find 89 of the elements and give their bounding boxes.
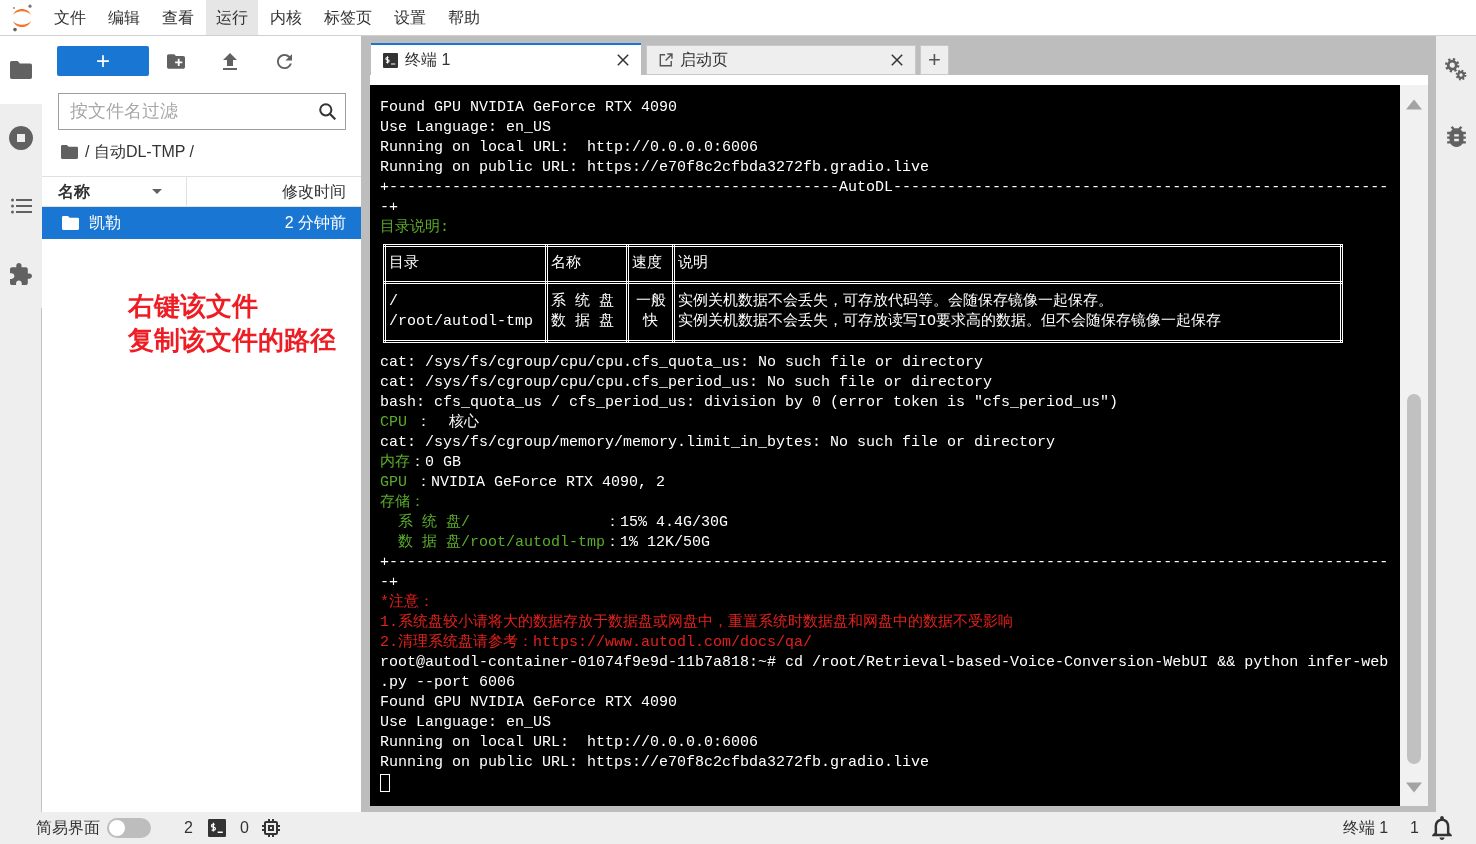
scrollbar-track[interactable] [1400,85,1428,806]
chip-icon[interactable] [261,819,280,837]
cell-text: 系 统 盘 [551,292,614,312]
terminal-text: 存储： [380,494,425,511]
scrollbar-thumb[interactable] [1407,394,1421,764]
terminal-text: -+ [380,199,398,216]
new-tab-button[interactable]: + [920,45,949,75]
terminal-text: root@autodl-container-01074f9e9d-11b7a818:~# cd /root/Retrieval-based-Voice-Conversion-WebUI && python infer-web [380,654,1389,671]
terminal-text: 2.清理系统盘请参考：https://www.autodl.com/docs/qa/ [380,634,813,651]
external-link-icon [659,53,673,67]
table-header-cell: 目录 [384,245,547,283]
active-item-label: 终端 1 [1342,818,1389,838]
caret-icon[interactable] [152,189,162,194]
tab[interactable]: 启动页 [646,45,916,75]
cell-text: 一般 [635,292,666,312]
terminal-text: 系 统 盘/ [397,514,470,531]
terminal-text: Found GPU NVIDIA GeForce RTX 4090 [380,99,678,116]
terminal-text: .py --port 6006 [380,674,516,691]
breadcrumb-path[interactable]: / 自动DL-TMP / [85,140,195,164]
terminal-text: cat: /sys/fs/cgroup/cpu/cpu.cfs_period_us: No such file or directory [380,374,993,391]
terminal-text: ：NVIDIA GeForce RTX 4090, 2 [415,474,666,491]
terminal-text: +--------------------------------------------------------------------------------------------------------------- [380,554,1389,571]
modified-time: 2 分钟前 [284,213,346,233]
terminal-text: ：1% 12K/50G [605,534,711,551]
terminal-text: cat: /sys/fs/cgroup/memory/memory.limit_in_bytes: No such file or directory [380,434,1056,451]
annotation-text: 复制该文件的路径 [128,324,336,357]
terminal-text: Running on local URL: http://0.0.0.0:6006 [380,734,759,751]
terminal-text: Use Language: en_US [380,119,552,136]
terminal-icon[interactable] [207,819,226,837]
terminal-text: 1.系统盘较小请将大的数据存放于数据盘或网盘中，重置系统时数据盘和网盘中的数据不受影响 [380,614,1013,631]
puzzle-icon[interactable] [10,263,32,285]
bug-icon[interactable] [1446,125,1466,147]
terminal-text: Use Language: en_US [380,714,552,731]
filter-field[interactable]: 按文件名过滤 [58,93,346,130]
menu-item[interactable]: 运行 [206,0,258,35]
annotation-text: 右键该文件 [128,290,258,323]
terminal-text: ：15% 4.4G/30G [604,514,729,531]
notification-count: 1 [1410,818,1419,838]
terminal-text: Found GPU NVIDIA GeForce RTX 4090 [380,694,678,711]
terminal-text: CPU [380,414,407,431]
new-folder-icon[interactable] [167,53,185,69]
gears-icon[interactable] [1445,57,1467,81]
cell-text: 实例关机数据不会丢失，可存放代码等。会随保存镜像一起保存。 [678,292,1113,312]
terminal-text: Running on local URL: http://0.0.0.0:6006 [380,139,759,156]
terminal-count: 2 [184,818,193,838]
cell-text: 数 据 盘 [551,312,614,332]
terminal-text: cat: /sys/fs/cgroup/cpu/cpu.cfs_quota_us: No such file or directory [380,354,984,371]
terminal-icon [383,52,398,68]
kernel-count: 0 [239,818,249,838]
table-header-cell: 说明 [673,245,1342,283]
list-icon[interactable] [10,198,32,214]
terminal-text: 目录说明: [380,219,449,236]
terminal-text: bash: cfs_quota_us / cfs_period_us: division by 0 (error token is "cfs_period_us") [380,394,1119,411]
terminal-text: 数 据 盘/root/autodl-tmp [397,534,606,551]
terminal-text: +--------------------------------------------------AutoDL------------------------------------------------------- [380,179,1389,196]
cell-text: 快 [643,312,658,332]
folder-icon[interactable] [61,145,78,159]
terminal-text: Running on public URL: https://e70f8c2cfbda3272fb.gradio.live [380,159,930,176]
toggle-switch[interactable] [107,818,151,838]
search-icon[interactable] [319,103,336,120]
table-header-cell: 速度 [627,245,674,283]
mode-label: 简易界面 [36,818,100,838]
terminal-text: GPU [380,474,407,491]
close-icon[interactable] [617,54,629,66]
close-icon[interactable] [891,54,903,66]
terminal-text: -+ [380,574,398,591]
logo-icon [10,3,34,32]
terminal-text: ：0 GB [410,454,461,471]
folder-icon [62,216,79,230]
bell-icon[interactable] [1432,816,1452,840]
terminal-text: 内存 [380,454,410,471]
tab[interactable]: 终端 1 [371,43,641,75]
cell-text: /root/autodl-tmp [389,312,534,332]
upload-icon[interactable] [223,52,237,70]
table-header-cell: 名称 [546,245,628,283]
column-header[interactable]: 名称 [42,177,187,206]
refresh-icon[interactable] [276,53,292,69]
new-launcher-button[interactable]: + [57,46,149,76]
cell-text: 实例关机数据不会丢失，可存放读写IO要求高的数据。但不会随保存镜像一起保存 [678,312,1221,332]
terminal-text: Running on public URL: https://e70f8c2cfbda3272fb.gradio.live [380,754,930,771]
sidebar-tab[interactable] [0,36,42,104]
column-header[interactable]: 修改时间 [187,177,361,206]
cursor-icon [380,774,390,792]
folder-icon[interactable] [10,61,32,79]
file-name: 凯勒 [89,213,121,233]
file-row[interactable]: 凯勒 2 分钟前 [42,207,361,239]
terminal-text: *注意： [380,594,434,611]
terminal-text: ： 核心 [415,414,480,431]
cell-text: / [389,292,398,312]
